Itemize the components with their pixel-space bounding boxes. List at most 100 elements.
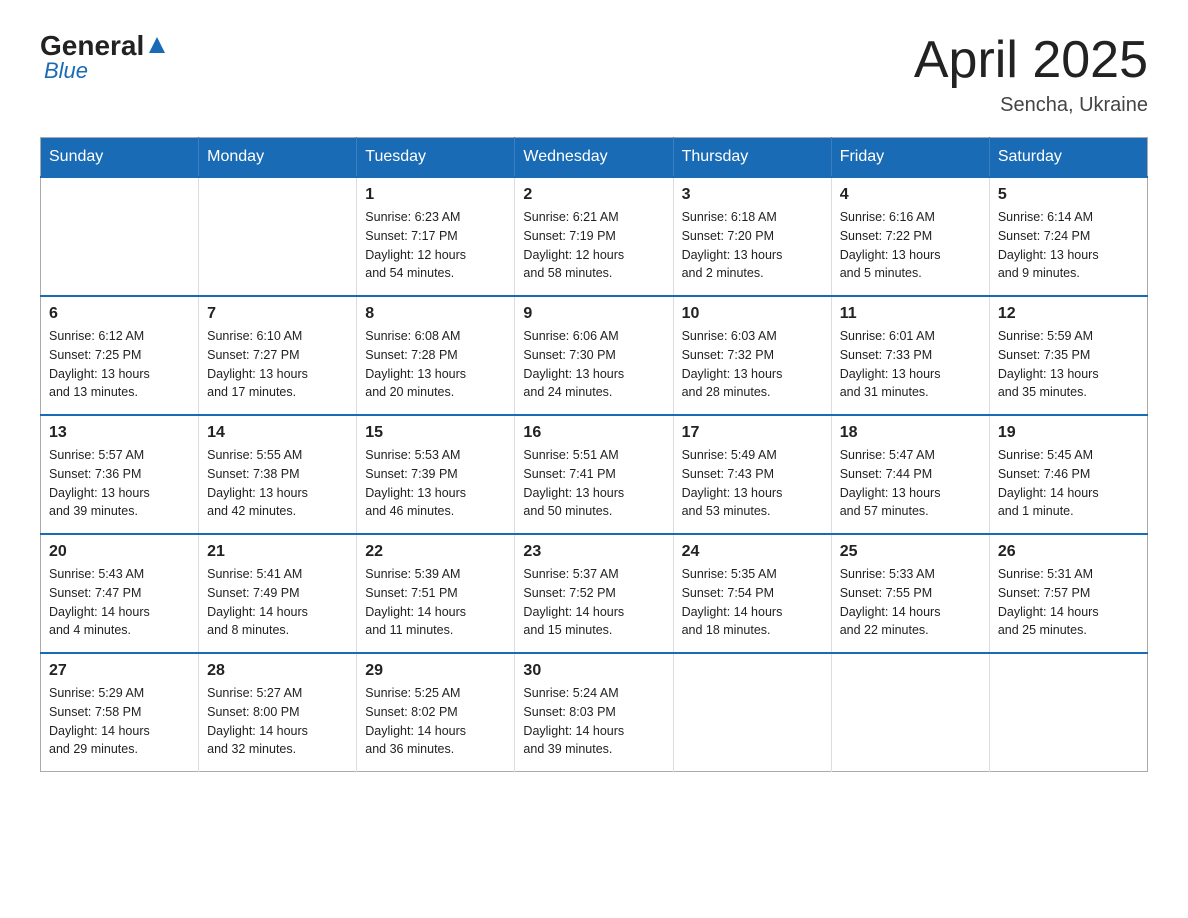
day-number: 1 [365, 186, 506, 204]
calendar-cell: 16 Sunrise: 5:51 AM Sunset: 7:41 PM Dayli… [515, 415, 673, 534]
day-info: Sunrise: 5:49 AM Sunset: 7:43 PM Dayligh… [682, 446, 823, 521]
day-number: 9 [523, 305, 664, 323]
calendar-cell: 18 Sunrise: 5:47 AM Sunset: 7:44 PM Dayli… [831, 415, 989, 534]
day-number: 19 [998, 424, 1139, 442]
day-number: 16 [523, 424, 664, 442]
day-info: Sunrise: 5:47 AM Sunset: 7:44 PM Dayligh… [840, 446, 981, 521]
calendar-cell: 4Sunrise: 6:16 AM Sunset: 7:22 PM Daylig… [831, 177, 989, 296]
day-number: 7 [207, 305, 348, 323]
calendar-header: SundayMondayTuesdayWednesdayThursdayFrid… [41, 138, 1148, 178]
day-info: Sunrise: 6:14 AM Sunset: 7:24 PM Dayligh… [998, 208, 1139, 283]
day-info: Sunrise: 6:16 AM Sunset: 7:22 PM Dayligh… [840, 208, 981, 283]
calendar-cell: 28 Sunrise: 5:27 AM Sunset: 8:00 PM Dayli… [199, 653, 357, 772]
calendar-cell [673, 653, 831, 772]
header-thursday: Thursday [673, 138, 831, 178]
day-number: 8 [365, 305, 506, 323]
day-number: 20 [49, 543, 190, 561]
header-saturday: Saturday [989, 138, 1147, 178]
day-number: 13 [49, 424, 190, 442]
day-number: 25 [840, 543, 981, 561]
calendar-cell: 20 Sunrise: 5:43 AM Sunset: 7:47 PM Dayli… [41, 534, 199, 653]
day-info: Sunrise: 6:06 AM Sunset: 7:30 PM Dayligh… [523, 327, 664, 402]
calendar-cell [831, 653, 989, 772]
day-number: 29 [365, 662, 506, 680]
day-info: Sunrise: 5:35 AM Sunset: 7:54 PM Dayligh… [682, 565, 823, 640]
header-tuesday: Tuesday [357, 138, 515, 178]
calendar-cell: 29 Sunrise: 5:25 AM Sunset: 8:02 PM Dayli… [357, 653, 515, 772]
day-info: Sunrise: 6:23 AM Sunset: 7:17 PM Dayligh… [365, 208, 506, 283]
calendar-cell: 25 Sunrise: 5:33 AM Sunset: 7:55 PM Dayli… [831, 534, 989, 653]
calendar-table: SundayMondayTuesdayWednesdayThursdayFrid… [40, 137, 1148, 772]
calendar-body: 1 Sunrise: 6:23 AM Sunset: 7:17 PM Daylig… [41, 177, 1148, 772]
day-number: 15 [365, 424, 506, 442]
header-monday: Monday [199, 138, 357, 178]
calendar-cell: 13 Sunrise: 5:57 AM Sunset: 7:36 PM Dayli… [41, 415, 199, 534]
day-info: Sunrise: 5:29 AM Sunset: 7:58 PM Dayligh… [49, 684, 190, 759]
week-row-3: 13 Sunrise: 5:57 AM Sunset: 7:36 PM Dayli… [41, 415, 1148, 534]
day-number: 28 [207, 662, 348, 680]
day-info: Sunrise: 5:27 AM Sunset: 8:00 PM Dayligh… [207, 684, 348, 759]
day-info: Sunrise: 5:43 AM Sunset: 7:47 PM Dayligh… [49, 565, 190, 640]
day-info: Sunrise: 5:33 AM Sunset: 7:55 PM Dayligh… [840, 565, 981, 640]
day-number: 24 [682, 543, 823, 561]
calendar-cell: 26 Sunrise: 5:31 AM Sunset: 7:57 PM Dayli… [989, 534, 1147, 653]
days-of-week-row: SundayMondayTuesdayWednesdayThursdayFrid… [41, 138, 1148, 178]
week-row-4: 20 Sunrise: 5:43 AM Sunset: 7:47 PM Dayli… [41, 534, 1148, 653]
day-number: 23 [523, 543, 664, 561]
calendar-cell: 6Sunrise: 6:12 AM Sunset: 7:25 PM Daylig… [41, 296, 199, 415]
calendar-cell: 3Sunrise: 6:18 AM Sunset: 7:20 PM Daylig… [673, 177, 831, 296]
calendar-cell: 8 Sunrise: 6:08 AM Sunset: 7:28 PM Daylig… [357, 296, 515, 415]
day-number: 5 [998, 186, 1139, 204]
calendar-cell: 1 Sunrise: 6:23 AM Sunset: 7:17 PM Daylig… [357, 177, 515, 296]
calendar-cell [989, 653, 1147, 772]
day-number: 18 [840, 424, 981, 442]
week-row-5: 27Sunrise: 5:29 AM Sunset: 7:58 PM Dayli… [41, 653, 1148, 772]
calendar-cell: 11 Sunrise: 6:01 AM Sunset: 7:33 PM Dayli… [831, 296, 989, 415]
page-header: General Blue April 2025 Sencha, Ukraine [40, 30, 1148, 117]
calendar-cell: 7 Sunrise: 6:10 AM Sunset: 7:27 PM Daylig… [199, 296, 357, 415]
day-number: 3 [682, 186, 823, 204]
calendar-cell [41, 177, 199, 296]
day-number: 22 [365, 543, 506, 561]
calendar-cell: 30Sunrise: 5:24 AM Sunset: 8:03 PM Dayli… [515, 653, 673, 772]
day-info: Sunrise: 5:37 AM Sunset: 7:52 PM Dayligh… [523, 565, 664, 640]
title-section: April 2025 Sencha, Ukraine [914, 30, 1148, 117]
week-row-1: 1 Sunrise: 6:23 AM Sunset: 7:17 PM Daylig… [41, 177, 1148, 296]
week-row-2: 6Sunrise: 6:12 AM Sunset: 7:25 PM Daylig… [41, 296, 1148, 415]
day-number: 11 [840, 305, 981, 323]
day-number: 14 [207, 424, 348, 442]
day-info: Sunrise: 5:57 AM Sunset: 7:36 PM Dayligh… [49, 446, 190, 521]
calendar-cell: 21Sunrise: 5:41 AM Sunset: 7:49 PM Dayli… [199, 534, 357, 653]
day-number: 17 [682, 424, 823, 442]
day-info: Sunrise: 5:53 AM Sunset: 7:39 PM Dayligh… [365, 446, 506, 521]
day-number: 2 [523, 186, 664, 204]
day-number: 30 [523, 662, 664, 680]
day-number: 26 [998, 543, 1139, 561]
header-friday: Friday [831, 138, 989, 178]
calendar-cell: 5 Sunrise: 6:14 AM Sunset: 7:24 PM Daylig… [989, 177, 1147, 296]
day-info: Sunrise: 6:21 AM Sunset: 7:19 PM Dayligh… [523, 208, 664, 283]
day-info: Sunrise: 6:01 AM Sunset: 7:33 PM Dayligh… [840, 327, 981, 402]
day-info: Sunrise: 6:12 AM Sunset: 7:25 PM Dayligh… [49, 327, 190, 402]
day-info: Sunrise: 5:51 AM Sunset: 7:41 PM Dayligh… [523, 446, 664, 521]
calendar-cell: 15 Sunrise: 5:53 AM Sunset: 7:39 PM Dayli… [357, 415, 515, 534]
main-title: April 2025 [914, 30, 1148, 90]
calendar-cell: 17 Sunrise: 5:49 AM Sunset: 7:43 PM Dayli… [673, 415, 831, 534]
calendar-cell: 9 Sunrise: 6:06 AM Sunset: 7:30 PM Daylig… [515, 296, 673, 415]
day-info: Sunrise: 5:25 AM Sunset: 8:02 PM Dayligh… [365, 684, 506, 759]
day-info: Sunrise: 5:39 AM Sunset: 7:51 PM Dayligh… [365, 565, 506, 640]
day-info: Sunrise: 6:08 AM Sunset: 7:28 PM Dayligh… [365, 327, 506, 402]
day-number: 21 [207, 543, 348, 561]
day-info: Sunrise: 5:45 AM Sunset: 7:46 PM Dayligh… [998, 446, 1139, 521]
day-number: 10 [682, 305, 823, 323]
calendar-cell: 2 Sunrise: 6:21 AM Sunset: 7:19 PM Daylig… [515, 177, 673, 296]
day-info: Sunrise: 5:31 AM Sunset: 7:57 PM Dayligh… [998, 565, 1139, 640]
logo-blue-text: Blue [40, 58, 170, 84]
day-number: 12 [998, 305, 1139, 323]
calendar-cell: 22 Sunrise: 5:39 AM Sunset: 7:51 PM Dayli… [357, 534, 515, 653]
calendar-cell [199, 177, 357, 296]
calendar-cell: 24 Sunrise: 5:35 AM Sunset: 7:54 PM Dayli… [673, 534, 831, 653]
day-info: Sunrise: 6:10 AM Sunset: 7:27 PM Dayligh… [207, 327, 348, 402]
logo: General Blue [40, 30, 170, 84]
day-info: Sunrise: 6:03 AM Sunset: 7:32 PM Dayligh… [682, 327, 823, 402]
